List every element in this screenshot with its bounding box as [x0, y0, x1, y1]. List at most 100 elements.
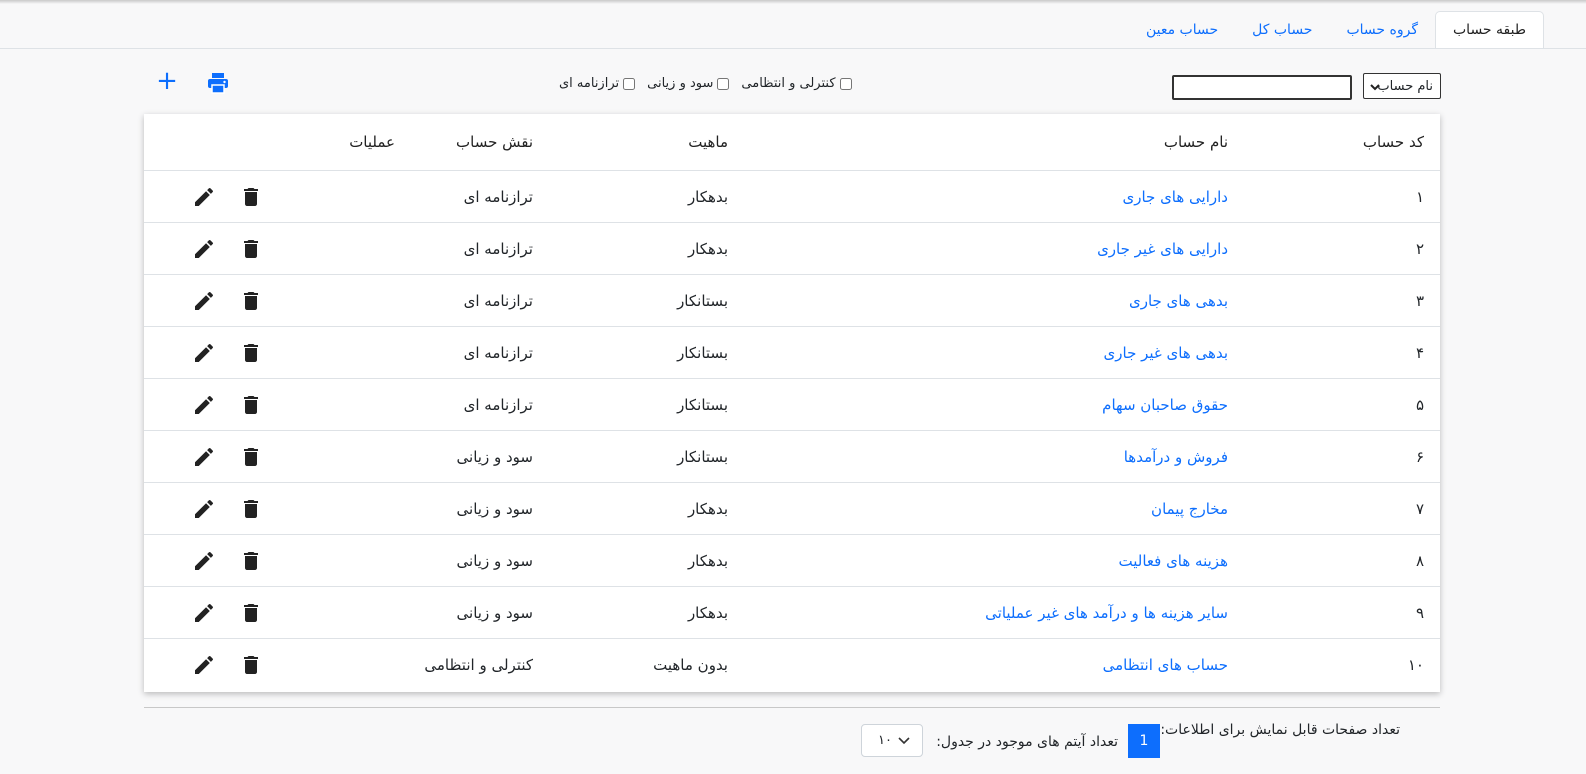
cell-nature: بدهکار: [687, 187, 728, 206]
print-button[interactable]: [206, 72, 230, 94]
search-field-select-value: نام حساب: [1377, 79, 1433, 94]
row-actions: [192, 379, 263, 430]
table-row: ۴ بدهی های غیر جاری بستانکار ترازنامه ای: [144, 327, 1440, 379]
cell-role: کنترلی و انتظامی: [424, 656, 533, 674]
delete-icon[interactable]: [239, 237, 263, 261]
table-row: ۲ دارایی های غیر جاری بدهکار ترازنامه ای: [144, 223, 1440, 275]
search-input[interactable]: [1172, 75, 1352, 100]
delete-icon[interactable]: [239, 393, 263, 417]
tab-bar: طبقه حساب گروه حساب حساب کل حساب معین: [1129, 11, 1544, 49]
per-page-value: ۱۰: [878, 733, 892, 748]
add-button[interactable]: +: [156, 68, 178, 94]
row-actions: [192, 327, 263, 378]
account-name-link[interactable]: دارایی های غیر جاری: [1097, 223, 1228, 274]
cell-nature: بدون ماهیت: [653, 656, 728, 674]
delete-icon[interactable]: [239, 289, 263, 313]
account-name-link[interactable]: هزینه های فعالیت: [1119, 535, 1229, 586]
account-name-link[interactable]: مخارج پیمان: [1151, 483, 1228, 534]
row-actions: [192, 639, 263, 691]
account-name-link[interactable]: بدهی های جاری: [1129, 275, 1228, 326]
filter-balance-sheet-checkbox[interactable]: [623, 77, 636, 90]
delete-icon[interactable]: [239, 497, 263, 521]
edit-icon[interactable]: [192, 237, 216, 261]
table-row: ۶ فروش و درآمدها بستانکار سود و زیانی: [144, 431, 1440, 483]
delete-icon[interactable]: [239, 601, 263, 625]
tab-general-ledger[interactable]: حساب کل: [1235, 12, 1329, 49]
account-name-link[interactable]: دارایی های جاری: [1122, 171, 1228, 222]
cell-code: ۱۰: [1407, 656, 1424, 674]
account-name-link[interactable]: بدهی های غیر جاری: [1104, 327, 1228, 378]
cell-role: سود و زیانی: [456, 551, 533, 570]
cell-code: ۲: [1415, 239, 1424, 258]
filter-balance-sheet-label: ترازنامه ای: [559, 76, 620, 91]
cell-role: ترازنامه ای: [463, 239, 533, 258]
table-row: ۱ دارایی های جاری بدهکار ترازنامه ای: [144, 171, 1440, 223]
cell-nature: بستانکار: [677, 395, 728, 414]
tab-subsidiary-ledger[interactable]: حساب معین: [1129, 12, 1235, 49]
header-nature: ماهیت: [688, 133, 728, 151]
cell-nature: بدهکار: [687, 499, 728, 518]
per-page-select[interactable]: ۱۰: [861, 724, 923, 757]
cell-nature: بستانکار: [677, 343, 728, 362]
tabs-divider: [0, 48, 1586, 49]
header-role: نقش حساب: [456, 133, 533, 151]
top-shadow: [0, 0, 1586, 4]
filter-control[interactable]: کنترلی و انتظامی: [741, 76, 852, 91]
edit-icon[interactable]: [192, 445, 216, 469]
delete-icon[interactable]: [239, 185, 263, 209]
filter-profit-loss-checkbox[interactable]: [717, 77, 730, 90]
cell-role: سود و زیانی: [456, 499, 533, 518]
footer-divider: [144, 707, 1440, 708]
tab-account-group[interactable]: گروه حساب: [1329, 12, 1435, 49]
search-field-select[interactable]: نام حساب: [1363, 73, 1441, 99]
edit-icon[interactable]: [192, 393, 216, 417]
table-row: ۵ حقوق صاحبان سهام بستانکار ترازنامه ای: [144, 379, 1440, 431]
account-name-link[interactable]: سایر هزینه ها و درآمد های غیر عملیاتی: [985, 587, 1228, 638]
cell-role: ترازنامه ای: [463, 291, 533, 310]
edit-icon[interactable]: [192, 341, 216, 365]
edit-icon[interactable]: [192, 549, 216, 573]
cell-code: ۹: [1415, 603, 1424, 622]
row-actions: [192, 275, 263, 326]
account-name-link[interactable]: حساب های انتظامی: [1103, 639, 1228, 691]
printer-icon: [208, 73, 228, 94]
cell-nature: بدهکار: [687, 551, 728, 570]
cell-code: ۸: [1415, 551, 1424, 570]
delete-icon[interactable]: [239, 341, 263, 365]
row-actions: [192, 223, 263, 274]
table-row: ۳ بدهی های جاری بستانکار ترازنامه ای: [144, 275, 1440, 327]
edit-icon[interactable]: [192, 653, 216, 677]
header-ops: عملیات: [349, 133, 395, 151]
delete-icon[interactable]: [239, 653, 263, 677]
delete-icon[interactable]: [239, 445, 263, 469]
filter-balance-sheet[interactable]: ترازنامه ای: [559, 76, 636, 91]
row-actions: [192, 535, 263, 586]
cell-code: ۵: [1415, 395, 1424, 414]
chevron-down-icon: [898, 737, 910, 745]
cell-nature: بدهکار: [687, 239, 728, 258]
cell-code: ۳: [1415, 291, 1424, 310]
edit-icon[interactable]: [192, 289, 216, 313]
filter-control-checkbox[interactable]: [839, 77, 852, 90]
cell-role: سود و زیانی: [456, 447, 533, 466]
cell-role: ترازنامه ای: [463, 187, 533, 206]
header-name: نام حساب: [1163, 133, 1228, 151]
pages-count-label: تعداد صفحات قابل نمایش برای اطلاعات:: [1160, 722, 1400, 738]
filter-profit-loss[interactable]: سود و زیانی: [647, 76, 730, 91]
delete-icon[interactable]: [239, 549, 263, 573]
row-actions: [192, 483, 263, 534]
table-row: ۷ مخارج پیمان بدهکار سود و زیانی: [144, 483, 1440, 535]
account-name-link[interactable]: فروش و درآمدها: [1124, 431, 1228, 482]
tab-account-class[interactable]: طبقه حساب: [1435, 11, 1544, 49]
row-actions: [192, 431, 263, 482]
edit-icon[interactable]: [192, 185, 216, 209]
edit-icon[interactable]: [192, 601, 216, 625]
account-name-link[interactable]: حقوق صاحبان سهام: [1102, 379, 1228, 430]
role-filters: ترازنامه ای سود و زیانی کنترلی و انتظامی: [559, 76, 852, 91]
table-row: ۸ هزینه های فعالیت بدهکار سود و زیانی: [144, 535, 1440, 587]
header-code: کد حساب: [1362, 133, 1424, 151]
edit-icon[interactable]: [192, 497, 216, 521]
cell-code: ۷: [1415, 499, 1424, 518]
page-button[interactable]: 1: [1128, 724, 1160, 758]
chevron-down-icon: [1370, 74, 1380, 110]
